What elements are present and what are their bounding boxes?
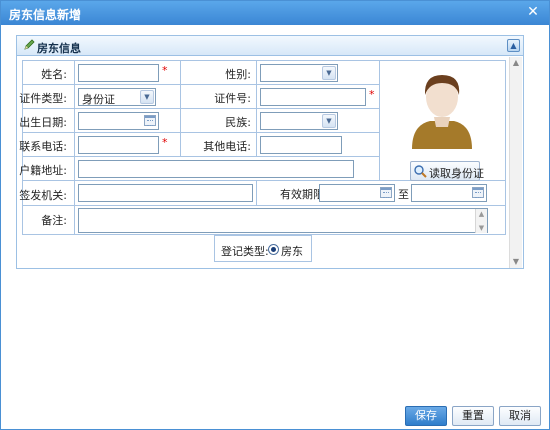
phone-required-mark: *	[162, 136, 168, 149]
id-number-label: 证件号:	[214, 92, 251, 105]
remark-label: 备注:	[41, 214, 67, 227]
section-title: 房东信息	[37, 42, 81, 55]
panel-scrollbar[interactable]: ▲ ▼	[509, 57, 522, 268]
registration-type-radio[interactable]	[268, 244, 279, 255]
read-id-card-label: 读取身份证	[429, 167, 484, 180]
ethnic-select[interactable]: ▼	[260, 112, 338, 130]
id-number-required-mark: *	[369, 88, 375, 101]
pencil-icon	[24, 39, 35, 50]
scroll-down-icon[interactable]: ▼	[476, 223, 487, 233]
gender-select[interactable]: ▼	[260, 64, 338, 82]
registration-type-label: 登记类型:	[221, 245, 269, 258]
calendar-icon[interactable]	[144, 115, 156, 126]
registration-type-box: 登记类型: 房东	[214, 235, 312, 262]
chevron-down-icon: ▼	[140, 90, 154, 104]
scroll-up-icon[interactable]: ▲	[476, 209, 487, 219]
dialog-title: 房东信息新增	[9, 8, 82, 22]
gender-label: 性别:	[225, 68, 251, 81]
calendar-icon[interactable]	[472, 187, 484, 198]
issuer-input[interactable]	[78, 184, 253, 202]
magnifier-icon	[414, 165, 427, 178]
household-address-input[interactable]	[78, 160, 354, 178]
name-input[interactable]	[78, 64, 159, 82]
phone-input[interactable]	[78, 136, 159, 154]
remark-textarea[interactable]: ▲ ▼	[78, 208, 488, 233]
remark-scrollbar[interactable]: ▲ ▼	[475, 209, 487, 233]
valid-to-input[interactable]	[411, 184, 487, 202]
id-type-selected-value: 身份证	[82, 93, 115, 106]
chevron-down-icon: ▼	[322, 114, 336, 128]
read-id-card-button[interactable]: 读取身份证	[410, 161, 484, 181]
chevron-down-icon: ▼	[322, 66, 336, 80]
other-phone-label: 其他电话:	[203, 140, 251, 153]
cancel-button[interactable]: 取消	[499, 406, 541, 426]
id-type-select[interactable]: 身份证 ▼	[78, 88, 156, 106]
phone-label: 联系电话:	[19, 140, 67, 153]
person-avatar-icon	[412, 75, 472, 149]
valid-from-input[interactable]	[319, 184, 395, 202]
scroll-down-icon[interactable]: ▼	[510, 256, 522, 268]
ethnic-label: 民族:	[225, 116, 251, 129]
calendar-icon[interactable]	[380, 187, 392, 198]
birth-date-label: 出生日期:	[19, 116, 67, 129]
other-phone-input[interactable]	[260, 136, 342, 154]
id-type-label: 证件类型:	[19, 92, 67, 105]
close-icon[interactable]: ✕	[525, 4, 541, 20]
reset-button[interactable]: 重置	[452, 406, 494, 426]
name-required-mark: *	[162, 64, 168, 77]
valid-to-label: 至	[398, 188, 409, 201]
scroll-up-icon[interactable]: ▲	[510, 57, 522, 69]
dialog-titlebar[interactable]: 房东信息新增 ✕	[1, 1, 549, 25]
registration-type-option: 房东	[281, 245, 303, 258]
birth-date-input[interactable]	[78, 112, 159, 130]
name-label: 姓名:	[41, 68, 67, 81]
collapse-button[interactable]: ▲	[507, 39, 520, 52]
section-header: 房东信息 ▲	[17, 36, 523, 56]
household-address-label: 户籍地址:	[19, 164, 67, 177]
id-number-input[interactable]	[260, 88, 366, 106]
save-button[interactable]: 保存	[405, 406, 447, 426]
issuer-label: 签发机关:	[19, 189, 67, 202]
dialog-window: 房东信息新增 ✕ 房东信息 ▲ ▲ ▼ 姓名: 性别: 证件类型: 证件号: 出…	[0, 0, 550, 430]
